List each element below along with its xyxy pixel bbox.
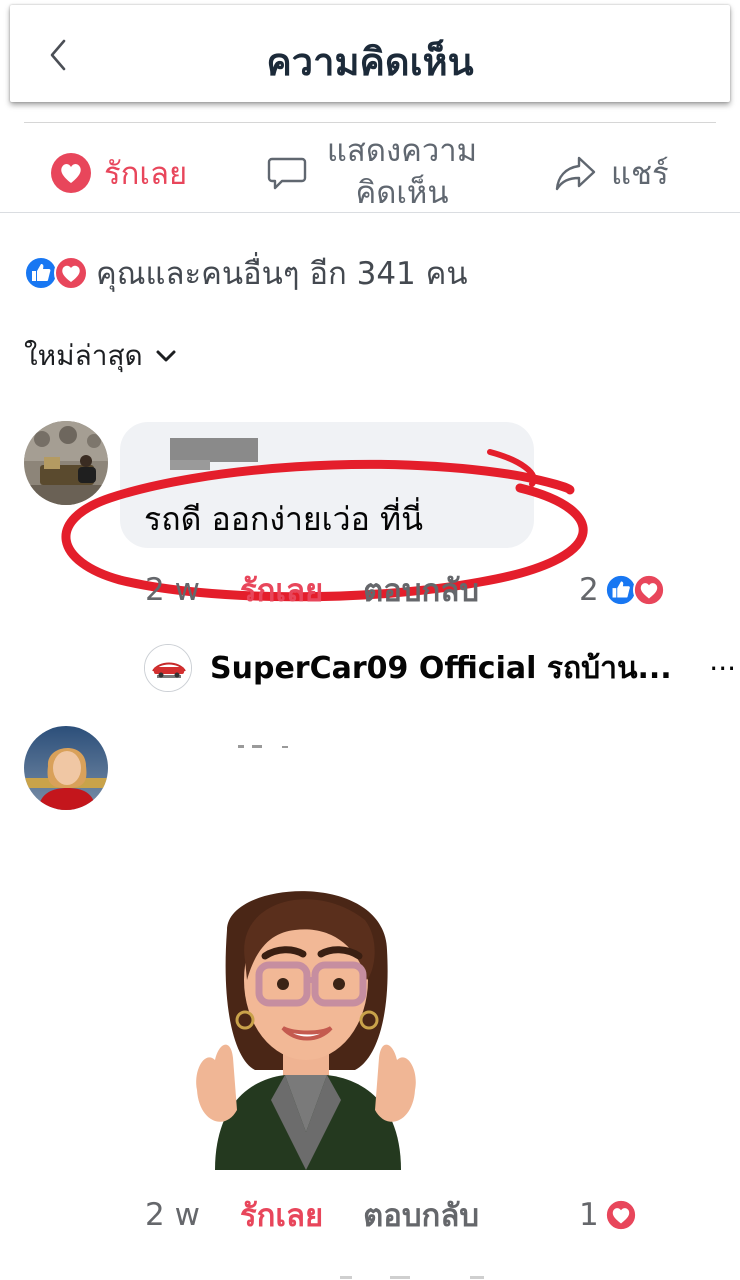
post-action-bar: รักเลย แสดงความ คิดเห็น แชร์ (0, 130, 740, 212)
next-comment-peek (340, 1276, 484, 1279)
avatar[interactable] (24, 726, 108, 810)
comment-label-line2: คิดเห็น (355, 175, 449, 211)
sort-dropdown[interactable]: ใหม่ล่าสุด (24, 334, 177, 378)
avatar-photo (24, 421, 108, 505)
comment-love-button[interactable]: รักเลย (240, 565, 323, 615)
reaction-count-value: 1 (579, 1197, 599, 1233)
comment-meta: 2 w รักเลย ตอบกลับ 1 (145, 1190, 685, 1240)
comment-bubble[interactable]: รถดี ออกง่ายเว่อ ที่นี่ (120, 422, 534, 548)
comment-reply-button[interactable]: ตอบกลับ (363, 565, 479, 615)
heart-icon (51, 153, 91, 193)
comment-reaction-count[interactable]: 2 (579, 572, 665, 608)
reactions-text: คุณและคนอื่นๆ อีก 341 คน (96, 256, 468, 292)
reply-avatar (144, 644, 192, 692)
comment-love-button[interactable]: รักเลย (240, 1190, 323, 1240)
app-header: ความคิดเห็น (10, 5, 730, 102)
divider (0, 212, 740, 213)
avatar-photo (24, 726, 108, 810)
reply-preview[interactable]: SuperCar09 Official รถบ้าน... ... (144, 644, 740, 692)
chevron-down-icon (156, 350, 176, 362)
reaction-count-value: 2 (579, 572, 599, 608)
comment-reaction-count[interactable]: 1 (579, 1197, 637, 1233)
share-button-label: แชร์ (611, 156, 669, 192)
redacted-name (238, 745, 288, 748)
comment-button[interactable]: แสดงความ คิดเห็น (266, 130, 482, 214)
comment-time: 2 w (145, 572, 200, 608)
reactions-summary[interactable]: คุณและคนอื่นๆ อีก 341 คน (24, 248, 468, 298)
love-reaction-icon (632, 574, 665, 606)
love-reaction-icon (54, 256, 88, 290)
comment-button-label: แสดงความ คิดเห็น (322, 130, 482, 214)
comment-time: 2 w (145, 1197, 200, 1233)
sort-label: ใหม่ล่าสุด (24, 339, 143, 372)
supercar-logo-icon (145, 645, 191, 691)
reaction-icons (24, 256, 88, 290)
divider (24, 122, 716, 123)
like-reaction-icon (24, 256, 58, 290)
page-title: ความคิดเห็น (266, 40, 474, 84)
reply-author-name: SuperCar09 Official รถบ้าน... (210, 650, 672, 686)
comment-reply-button[interactable]: ตอบกลับ (363, 1190, 479, 1240)
share-arrow-icon (555, 156, 596, 191)
avatar[interactable] (24, 421, 108, 505)
comment-text: รถดี ออกง่ายเว่อ ที่นี่ (144, 500, 423, 538)
share-button[interactable]: แชร์ (553, 148, 669, 198)
love-button-label: รักเลย (104, 156, 188, 192)
love-reaction-icon (604, 1199, 637, 1231)
comment-meta: 2 w รักเลย ตอบกลับ 2 (145, 565, 685, 615)
comment-label-line1: แสดงความ (326, 133, 478, 169)
more-icon[interactable]: ... (709, 644, 736, 677)
redacted-name (170, 438, 258, 470)
avatar-sticker-thumbs-up (196, 891, 416, 1170)
comment-bubble-icon (267, 157, 307, 190)
love-button[interactable]: รักเลย (50, 148, 187, 198)
